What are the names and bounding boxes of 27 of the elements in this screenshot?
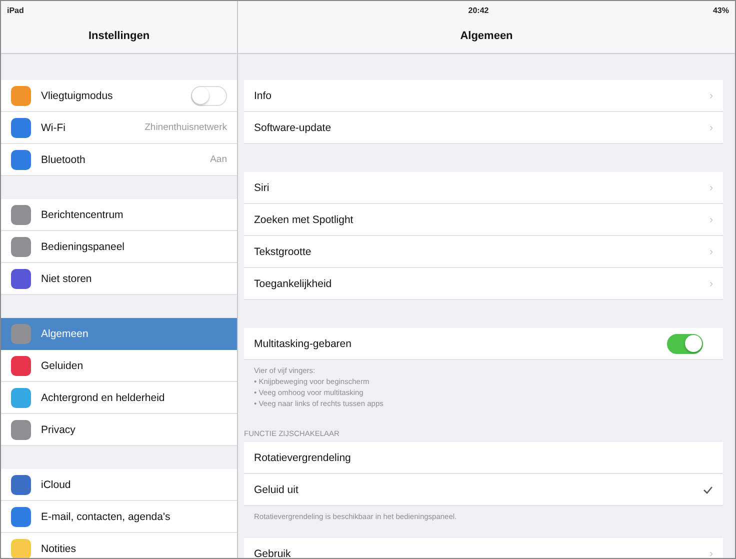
chevron: › [709, 182, 713, 194]
settings-row[interactable]: Siri › [244, 172, 723, 204]
sidebar-title: Instellingen [87, 29, 151, 44]
chevron: › [709, 278, 713, 290]
device-name: iPad [7, 6, 24, 14]
settings-row[interactable]: Geluid uit [244, 474, 723, 506]
settings-row[interactable]: Zoeken met Spotlight › [244, 204, 723, 236]
settings-row[interactable]: Gebruik › [244, 538, 723, 558]
clock-time: 20:42 [468, 6, 489, 14]
battery-percentage: 43% [712, 6, 729, 14]
chevron: › [709, 122, 713, 134]
settings-row[interactable]: Software-update › [244, 112, 723, 144]
settings-row[interactable]: Multitasking-gebaren [244, 328, 723, 360]
sidebar-item[interactable]: Algemeen [1, 318, 237, 350]
settings-row[interactable]: Info › [244, 80, 723, 112]
settings-row[interactable]: Toegankelijkheid › [244, 268, 723, 300]
chevron: › [709, 90, 713, 102]
chevron: › [709, 246, 713, 258]
chevron: › [709, 214, 713, 226]
chevron: › [709, 548, 713, 558]
page-title: Algemeen [459, 29, 514, 44]
item-value: Aan [210, 154, 227, 165]
toggle-switch[interactable] [191, 86, 227, 106]
settings-row[interactable]: Tekstgrootte › [244, 236, 723, 268]
item-value: Zhinenthuisnetwerk [144, 122, 227, 133]
toggle-switch[interactable] [667, 334, 703, 354]
settings-row[interactable]: Rotatievergrendeling [244, 442, 723, 474]
